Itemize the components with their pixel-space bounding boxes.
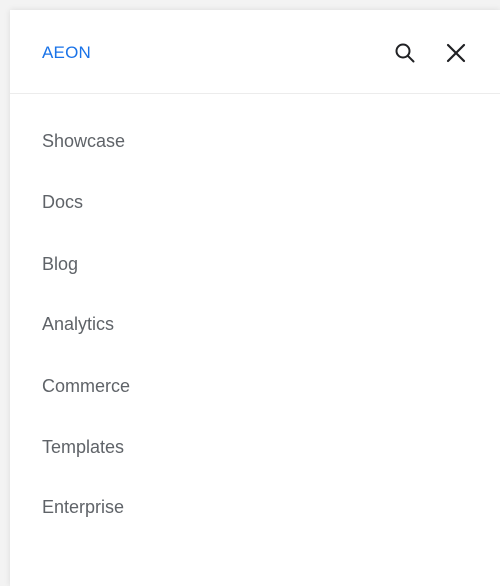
nav-item-commerce[interactable]: Commerce [42, 375, 130, 397]
nav-item-docs[interactable]: Docs [42, 191, 83, 213]
menu-header: AEON [10, 10, 500, 94]
close-menu-button[interactable] [441, 38, 471, 68]
nav-item-blog[interactable]: Blog [42, 253, 78, 275]
search-button[interactable] [390, 38, 420, 68]
close-icon [445, 42, 467, 64]
nav-item-templates[interactable]: Templates [42, 436, 124, 458]
nav-item-enterprise[interactable]: Enterprise [42, 496, 124, 518]
search-icon [394, 42, 416, 64]
mobile-menu-panel: AEON Showcase Docs Blog Analytics Commer… [10, 10, 500, 586]
brand-logo-link[interactable]: AEON [42, 43, 91, 63]
nav-item-showcase[interactable]: Showcase [42, 130, 125, 152]
nav-item-analytics[interactable]: Analytics [42, 313, 114, 335]
